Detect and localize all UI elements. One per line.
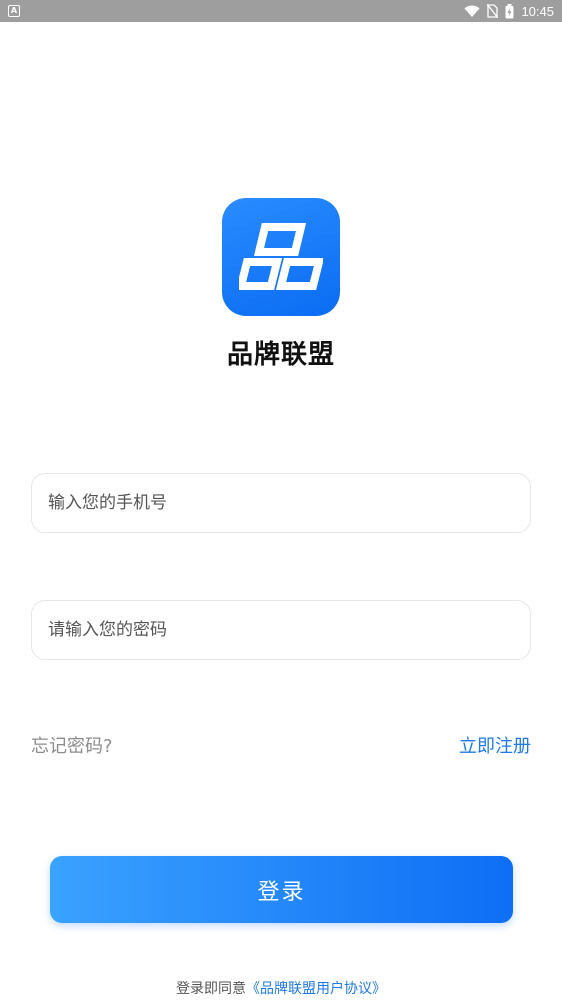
agreement-prefix: 登录即同意 (176, 981, 246, 997)
app-name: 品牌联盟 (226, 340, 335, 370)
status-bar: A 10:45 (0, 0, 562, 22)
phone-input[interactable] (48, 493, 530, 513)
user-agreement-link[interactable]: 《品牌联盟用户协议》 (246, 981, 386, 997)
phone-field[interactable] (31, 473, 531, 533)
agreement-text: 登录即同意《品牌联盟用户协议》 (0, 978, 562, 998)
login-button[interactable]: 登录 (50, 856, 513, 923)
wifi-icon (464, 5, 480, 17)
login-screen: A 10:45 品牌联盟 输入您的手机号 忘记密码? 立即注册 登录 登录即同意… (0, 0, 562, 1000)
battery-charging-icon (505, 3, 514, 18)
clock: 10:45 (521, 3, 554, 19)
app-logo (222, 198, 340, 316)
forgot-password-link[interactable]: 忘记密码? (31, 732, 113, 758)
notification-app-icon: A (8, 5, 20, 17)
brand-logo-icon (239, 223, 323, 290)
password-input[interactable] (48, 620, 530, 640)
register-link[interactable]: 立即注册 (459, 732, 531, 758)
password-field[interactable] (31, 600, 531, 660)
no-sim-icon (487, 4, 499, 18)
